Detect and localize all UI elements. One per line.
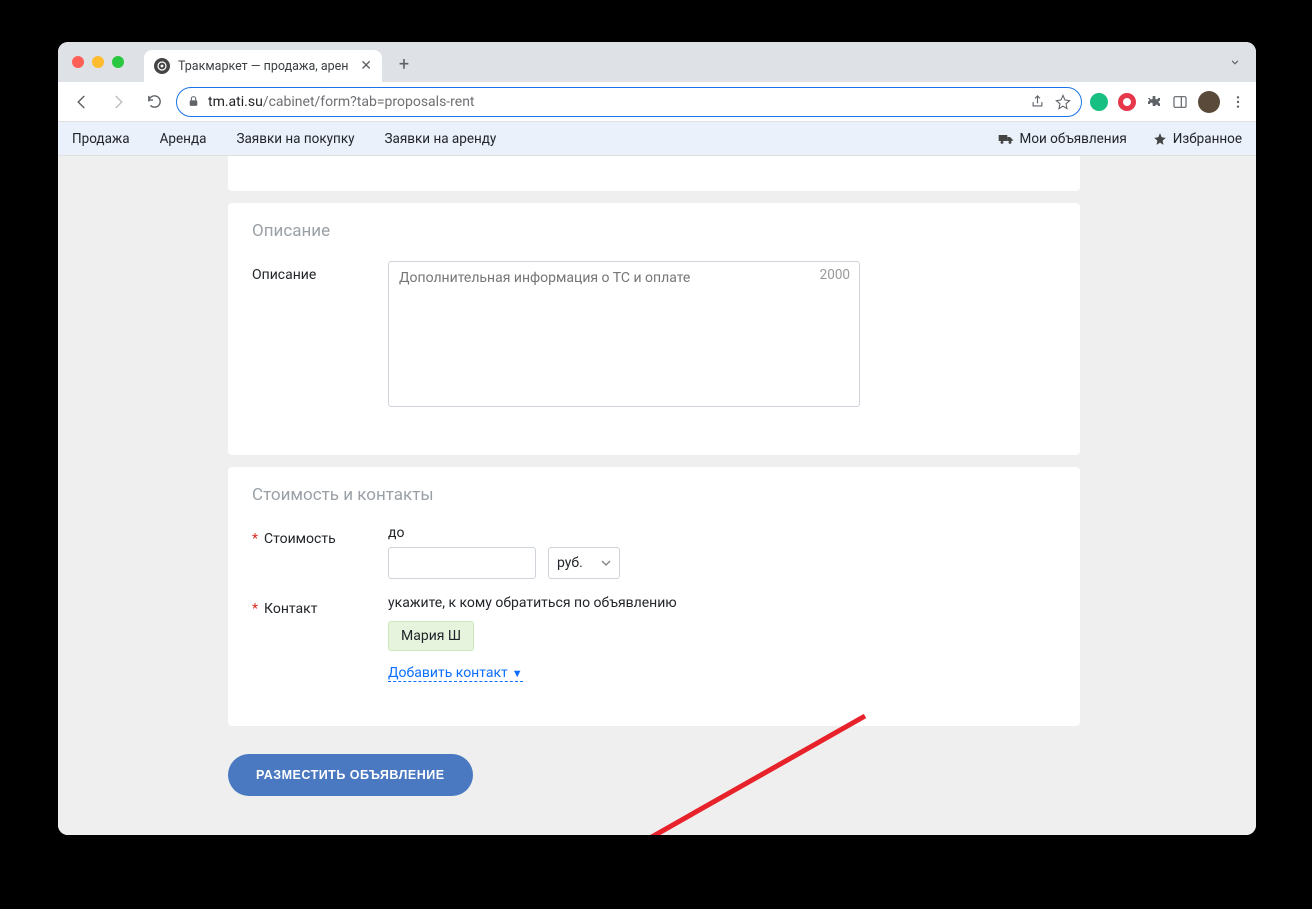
- nav-favorites-label: Избранное: [1173, 131, 1242, 147]
- browser-window: Тракмаркет — продажа, арен ✕ + tm.ati.su…: [58, 42, 1256, 835]
- browser-tab[interactable]: Тракмаркет — продажа, арен ✕: [144, 50, 382, 82]
- back-button[interactable]: [68, 88, 96, 116]
- caret-down-icon: ▼: [512, 667, 523, 680]
- contact-chip[interactable]: Мария Ш: [388, 621, 474, 651]
- truck-icon: [998, 132, 1014, 146]
- tab-favicon-icon: [154, 58, 170, 74]
- nav-item-rent-requests[interactable]: Заявки на аренду: [385, 131, 497, 147]
- site-nav: Продажа Аренда Заявки на покупку Заявки …: [58, 122, 1256, 156]
- nav-item-sale[interactable]: Продажа: [72, 131, 130, 147]
- price-label: Стоимость: [264, 531, 336, 547]
- bookmark-star-icon[interactable]: [1055, 94, 1071, 110]
- tab-strip: Тракмаркет — продажа, арен ✕ +: [58, 42, 1256, 82]
- description-section-title: Описание: [252, 221, 1056, 241]
- add-contact-label: Добавить контакт: [388, 665, 508, 681]
- lock-icon: [187, 95, 200, 108]
- price-input[interactable]: [388, 547, 536, 579]
- reload-button[interactable]: [140, 88, 168, 116]
- form-column: Описание Описание 2000 Стоимость и конта…: [228, 156, 1080, 826]
- nav-my-ads-label: Мои объявления: [1020, 131, 1127, 147]
- nav-favorites[interactable]: Избранное: [1153, 131, 1242, 147]
- description-label: Описание: [252, 261, 388, 283]
- forward-button[interactable]: [104, 88, 132, 116]
- contact-hint: укажите, к кому обратиться по объявлению: [388, 595, 1056, 611]
- window-minimize-button[interactable]: [92, 56, 104, 68]
- extensions-puzzle-icon[interactable]: [1146, 94, 1162, 110]
- chevron-down-icon: [601, 558, 611, 568]
- nav-my-ads[interactable]: Мои объявления: [998, 131, 1127, 147]
- address-bar[interactable]: tm.ati.su/cabinet/form?tab=proposals-ren…: [176, 87, 1082, 117]
- side-panel-icon[interactable]: [1172, 94, 1188, 110]
- extension-icon[interactable]: [1118, 93, 1136, 111]
- description-card: Описание Описание 2000: [228, 203, 1080, 455]
- submit-button[interactable]: РАЗМЕСТИТЬ ОБЪЯВЛЕНИЕ: [228, 754, 473, 796]
- window-close-button[interactable]: [72, 56, 84, 68]
- currency-value: руб.: [557, 555, 583, 571]
- star-icon: [1153, 132, 1167, 146]
- toolbar: tm.ati.su/cabinet/form?tab=proposals-ren…: [58, 82, 1256, 122]
- currency-select[interactable]: руб.: [548, 547, 620, 579]
- extension-icon[interactable]: [1090, 93, 1108, 111]
- tab-title: Тракмаркет — продажа, арен: [178, 59, 352, 74]
- nav-item-buy-requests[interactable]: Заявки на покупку: [236, 131, 354, 147]
- profile-avatar[interactable]: [1198, 91, 1220, 113]
- tabs-overflow-icon[interactable]: [1228, 54, 1242, 73]
- description-textarea[interactable]: [388, 261, 860, 407]
- share-icon[interactable]: [1030, 94, 1045, 109]
- price-section-title: Стоимость и контакты: [252, 485, 1056, 505]
- extensions-area: [1090, 91, 1246, 113]
- browser-menu-icon[interactable]: [1230, 94, 1246, 110]
- window-maximize-button[interactable]: [112, 56, 124, 68]
- new-tab-button[interactable]: +: [390, 50, 418, 78]
- window-controls: [68, 56, 130, 68]
- nav-item-rent[interactable]: Аренда: [160, 131, 207, 147]
- price-to-label: до: [388, 525, 1056, 541]
- previous-card-bottom: [228, 156, 1080, 191]
- price-contacts-card: Стоимость и контакты *Стоимость до руб.: [228, 467, 1080, 726]
- char-count: 2000: [820, 267, 850, 283]
- tab-close-icon[interactable]: ✕: [360, 58, 372, 74]
- contact-label: Контакт: [264, 601, 317, 617]
- url-text: tm.ati.su/cabinet/form?tab=proposals-ren…: [208, 94, 475, 110]
- add-contact-link[interactable]: Добавить контакт ▼: [388, 665, 523, 682]
- page-body: Описание Описание 2000 Стоимость и конта…: [58, 156, 1256, 835]
